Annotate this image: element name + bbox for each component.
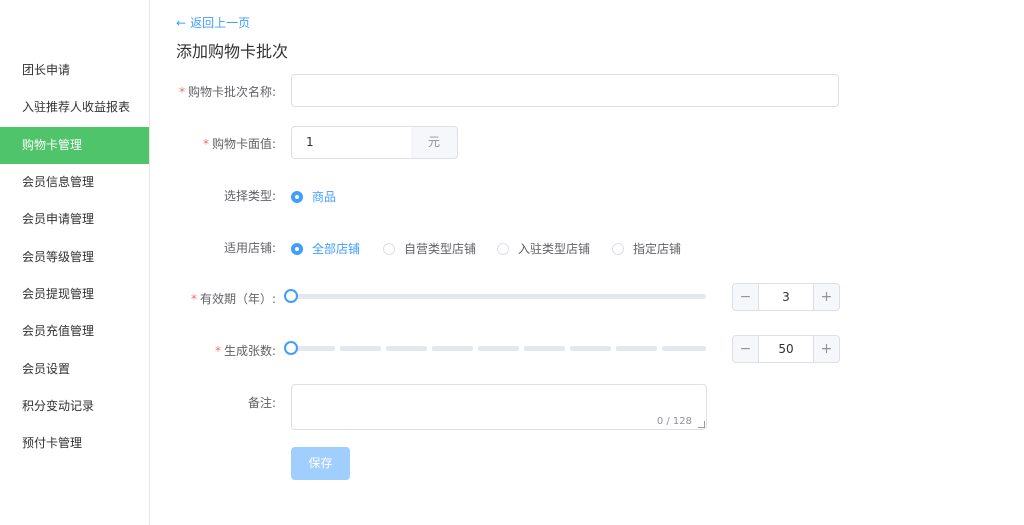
stores-radio-specified[interactable]: 指定店铺 bbox=[612, 240, 681, 257]
sidebar-item-leader-apply[interactable]: 团长申请 bbox=[0, 52, 149, 89]
sidebar-item-member-level[interactable]: 会员等级管理 bbox=[0, 239, 149, 276]
radio-dot bbox=[497, 242, 509, 255]
slider-segment bbox=[616, 346, 657, 351]
required-mark: * bbox=[214, 344, 221, 358]
validity-increment-button[interactable]: + bbox=[813, 284, 839, 310]
remark-label: 备注: bbox=[247, 396, 276, 410]
quantity-increment-button[interactable]: + bbox=[813, 336, 839, 362]
remark-textarea[interactable]: 0 / 128 bbox=[291, 384, 707, 430]
slider-segment bbox=[570, 346, 611, 351]
validity-stepper[interactable]: − 3 + bbox=[732, 283, 840, 311]
required-mark: * bbox=[178, 85, 185, 99]
slider-segment bbox=[386, 346, 427, 351]
save-button[interactable]: 保存 bbox=[291, 447, 350, 480]
quantity-decrement-button[interactable]: − bbox=[733, 336, 759, 362]
radio-dot bbox=[291, 190, 303, 203]
sidebar-item-shopping-card[interactable]: 购物卡管理 bbox=[0, 127, 149, 164]
type-label: 选择类型: bbox=[223, 189, 276, 203]
arrow-left-icon: ← bbox=[176, 16, 187, 30]
stores-radio-self-operated[interactable]: 自营类型店铺 bbox=[383, 240, 476, 257]
sidebar-item-member-info[interactable]: 会员信息管理 bbox=[0, 164, 149, 201]
radio-dot bbox=[291, 242, 303, 255]
sidebar-item-prepaid-card[interactable]: 预付卡管理 bbox=[0, 425, 149, 462]
slider-segment bbox=[662, 346, 706, 351]
face-value-unit: 元 bbox=[411, 126, 458, 159]
validity-label: * 有效期（年）: bbox=[190, 292, 276, 306]
page-title: 添加购物卡批次 bbox=[176, 42, 289, 61]
slider-segment bbox=[340, 346, 381, 351]
back-link[interactable]: ← 返回上一页 bbox=[176, 14, 250, 31]
face-value-input[interactable]: 1 bbox=[291, 126, 412, 159]
face-value-label: * 购物卡面值: bbox=[202, 137, 276, 151]
type-radio-goods[interactable]: 商品 bbox=[291, 188, 336, 205]
quantity-label: * 生成张数: bbox=[214, 344, 276, 358]
validity-slider-track[interactable] bbox=[291, 294, 706, 299]
slider-segment bbox=[432, 346, 473, 351]
batch-name-input[interactable] bbox=[291, 74, 839, 107]
required-mark: * bbox=[202, 137, 209, 151]
validity-decrement-button[interactable]: − bbox=[733, 284, 759, 310]
radio-dot bbox=[383, 242, 395, 255]
validity-value[interactable]: 3 bbox=[759, 284, 813, 310]
resize-grip-icon[interactable] bbox=[698, 421, 705, 428]
validity-slider-handle[interactable] bbox=[284, 289, 298, 303]
sidebar-item-member-recharge[interactable]: 会员充值管理 bbox=[0, 313, 149, 350]
stores-label: 适用店铺: bbox=[223, 241, 276, 255]
quantity-slider-handle[interactable] bbox=[284, 341, 298, 355]
sidebar-item-member-withdraw[interactable]: 会员提现管理 bbox=[0, 276, 149, 313]
sidebar-item-member-settings[interactable]: 会员设置 bbox=[0, 351, 149, 388]
stores-radio-settled[interactable]: 入驻类型店铺 bbox=[497, 240, 590, 257]
radio-dot bbox=[612, 242, 624, 255]
required-mark: * bbox=[190, 292, 197, 306]
quantity-value[interactable]: 50 bbox=[759, 336, 813, 362]
remark-char-counter: 0 / 128 bbox=[656, 416, 692, 427]
sidebar: 团长申请 入驻推荐人收益报表 购物卡管理 会员信息管理 会员申请管理 会员等级管… bbox=[0, 0, 150, 525]
slider-segment bbox=[524, 346, 565, 351]
slider-segment bbox=[478, 346, 519, 351]
stores-radio-all[interactable]: 全部店铺 bbox=[291, 240, 360, 257]
quantity-stepper[interactable]: − 50 + bbox=[732, 335, 840, 363]
sidebar-item-points-log[interactable]: 积分变动记录 bbox=[0, 388, 149, 425]
batch-name-label: * 购物卡批次名称: bbox=[178, 85, 276, 99]
back-link-label: 返回上一页 bbox=[190, 16, 251, 30]
sidebar-item-referrer-income-report[interactable]: 入驻推荐人收益报表 bbox=[0, 89, 149, 126]
sidebar-item-member-apply[interactable]: 会员申请管理 bbox=[0, 201, 149, 238]
